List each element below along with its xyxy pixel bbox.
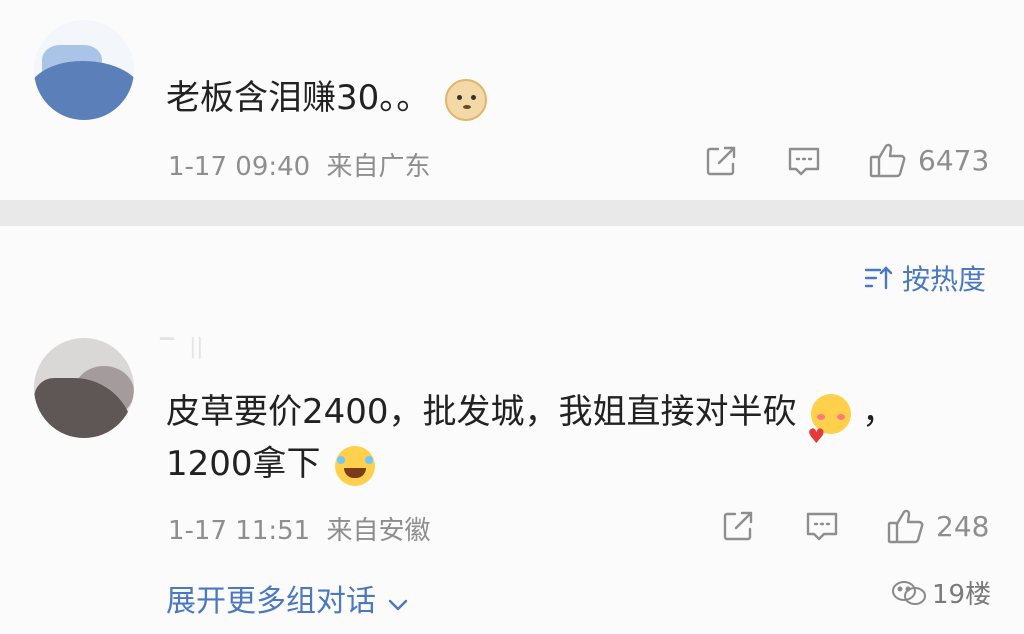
shy-emoji-icon bbox=[807, 393, 852, 460]
expand-label: 展开更多组对话 bbox=[166, 584, 376, 619]
comment-text-content: 皮草要价2400，批发城，我姐直接对半砍 bbox=[166, 392, 797, 432]
comment-icon[interactable] bbox=[786, 143, 822, 179]
doge-emoji-icon bbox=[445, 78, 488, 121]
comment-meta: 1-17 09:40 来自广东 bbox=[168, 146, 430, 183]
like-count: 248 bbox=[936, 510, 990, 543]
sort-icon bbox=[862, 262, 894, 294]
comment-meta: 1-17 11:51 来自安徽 bbox=[168, 510, 430, 547]
avatar[interactable] bbox=[34, 20, 134, 120]
expand-more-button[interactable]: 展开更多组对话 bbox=[166, 576, 412, 620]
comment-text-line: 1200拿下 bbox=[166, 440, 376, 488]
comment-icon[interactable] bbox=[804, 508, 840, 544]
comment-time: 1-17 09:40 bbox=[168, 152, 311, 182]
comment-text-line: 皮草要价2400，批发城，我姐直接对半砍 ， bbox=[166, 388, 897, 460]
comment-text-tail: ， bbox=[862, 392, 897, 432]
wechat-logo-icon bbox=[890, 579, 928, 607]
comment-text: 老板含泪赚30。。 bbox=[166, 74, 488, 122]
faded-username: ▔ ▕ ▏ bbox=[160, 338, 213, 359]
like-icon[interactable] bbox=[886, 506, 926, 546]
share-icon[interactable] bbox=[720, 508, 756, 544]
avatar[interactable] bbox=[34, 338, 134, 438]
comment-location: 来自广东 bbox=[326, 152, 431, 182]
comment-text-content: 老板含泪赚30。。 bbox=[166, 78, 431, 118]
chevron-down-icon bbox=[384, 588, 412, 611]
sort-label: 按热度 bbox=[902, 263, 987, 296]
sort-by-hot-button[interactable]: 按热度 bbox=[862, 258, 986, 298]
share-icon[interactable] bbox=[703, 143, 739, 179]
watermark: 19楼 bbox=[890, 574, 991, 611]
like-count: 6473 bbox=[918, 144, 990, 177]
comment-text-content: 1200拿下 bbox=[166, 444, 321, 484]
laugh-cry-emoji-icon bbox=[335, 445, 376, 486]
section-divider bbox=[0, 200, 1024, 226]
comment-time: 1-17 11:51 bbox=[168, 516, 311, 546]
like-icon[interactable] bbox=[868, 140, 908, 180]
watermark-label: 19楼 bbox=[932, 580, 992, 610]
comment-location: 来自安徽 bbox=[326, 516, 431, 546]
